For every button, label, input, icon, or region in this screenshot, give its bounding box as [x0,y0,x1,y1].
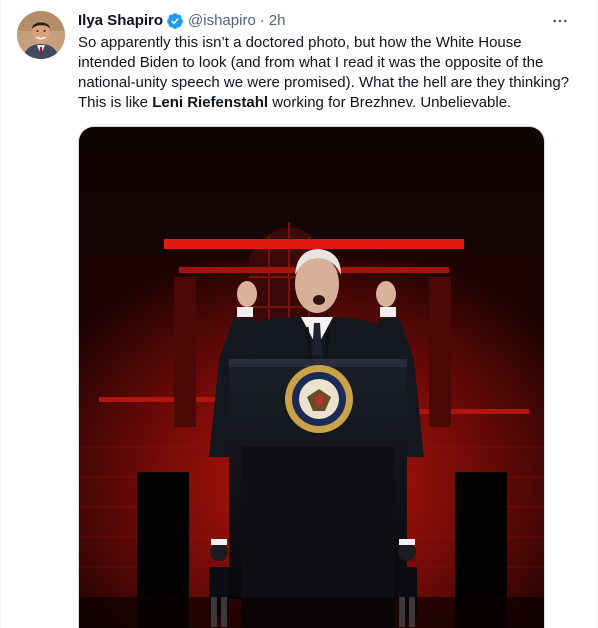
tweet[interactable]: Ilya Shapiro @ishapiro · 2h So apparentl… [0,0,598,628]
verified-badge-icon [166,12,184,30]
author-handle[interactable]: @ishapiro [188,11,256,31]
avatar[interactable] [17,11,65,59]
author-name[interactable]: Ilya Shapiro [78,11,163,31]
avatar-image [17,11,65,59]
tweet-header: Ilya Shapiro @ishapiro · 2h [78,11,583,31]
more-options-icon[interactable] [547,8,573,34]
separator-dot: · [259,12,265,29]
tweet-text: So apparently this isn’t a doctored phot… [78,33,578,113]
tweet-text-part2: working for Brezhnev. Unbelievable. [268,94,512,111]
photo-scene [79,127,544,628]
timestamp[interactable]: 2h [269,11,286,31]
tweet-text-bold: Leni Riefenstahl [152,94,269,111]
tweet-photo[interactable] [78,126,545,628]
